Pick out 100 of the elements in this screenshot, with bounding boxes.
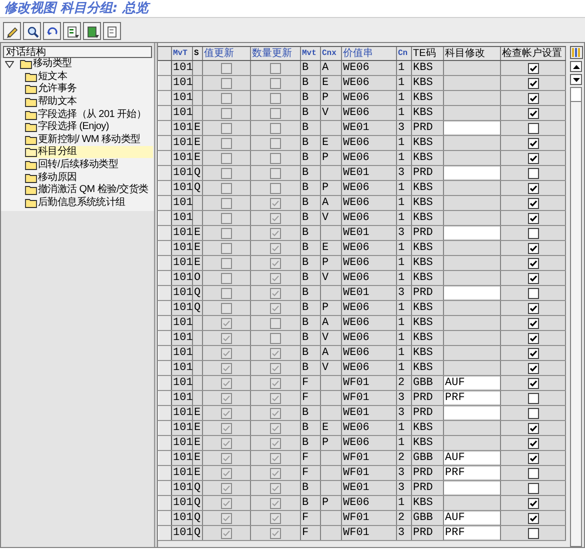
- checkbox[interactable]: [221, 108, 232, 118]
- checkbox[interactable]: [221, 122, 232, 134]
- row-selector[interactable]: [158, 511, 172, 525]
- input-field[interactable]: PRF: [444, 527, 500, 539]
- checkbox[interactable]: [528, 198, 538, 208]
- checkbox[interactable]: [270, 422, 281, 434]
- checkbox[interactable]: [221, 92, 232, 104]
- checkbox[interactable]: [270, 258, 281, 268]
- checkbox[interactable]: [528, 212, 538, 224]
- checkbox[interactable]: [270, 168, 281, 178]
- row-selector[interactable]: [158, 361, 172, 375]
- checkbox[interactable]: [270, 482, 281, 494]
- checkbox[interactable]: [221, 348, 232, 358]
- row-selector[interactable]: [158, 121, 172, 135]
- row-selector[interactable]: [158, 76, 172, 90]
- tree-item[interactable]: 撤消激活 QM 检验/交货类: [25, 184, 148, 196]
- checkbox[interactable]: [221, 62, 232, 74]
- tree-item[interactable]: 字段选择（从 201 开始）: [25, 108, 146, 121]
- input-field[interactable]: AUF: [444, 512, 500, 524]
- checkbox[interactable]: [221, 198, 232, 208]
- row-selector[interactable]: [158, 61, 172, 75]
- checkbox[interactable]: [528, 152, 538, 164]
- checkbox[interactable]: [221, 482, 232, 494]
- checkbox[interactable]: [270, 332, 281, 344]
- input-field[interactable]: AUF: [444, 452, 500, 464]
- checkbox[interactable]: [221, 422, 232, 434]
- checkbox[interactable]: [221, 438, 232, 448]
- column-header[interactable]: MvT: [172, 47, 193, 60]
- checkbox[interactable]: [528, 62, 538, 74]
- column-header[interactable]: 科目修改: [444, 47, 501, 60]
- row-selector[interactable]: [158, 376, 172, 390]
- toolbar-button[interactable]: [103, 22, 121, 40]
- column-header[interactable]: 检查帐户设置: [501, 47, 566, 60]
- row-selector[interactable]: [158, 91, 172, 105]
- column-header[interactable]: Mvt: [301, 47, 321, 60]
- checkbox[interactable]: [270, 78, 281, 88]
- row-selector[interactable]: [158, 106, 172, 120]
- checkbox[interactable]: [270, 92, 281, 104]
- column-header[interactable]: TE码: [412, 47, 444, 60]
- checkbox[interactable]: [528, 288, 538, 298]
- row-selector[interactable]: [158, 211, 172, 225]
- checkbox[interactable]: [270, 288, 281, 298]
- checkbox[interactable]: [528, 498, 538, 508]
- checkbox[interactable]: [528, 78, 538, 88]
- checkbox[interactable]: [528, 272, 538, 284]
- checkbox[interactable]: [221, 228, 232, 238]
- checkbox[interactable]: [528, 242, 538, 254]
- input-field[interactable]: [444, 122, 500, 134]
- checkbox[interactable]: [528, 392, 538, 404]
- checkbox[interactable]: [270, 348, 281, 358]
- checkbox[interactable]: [221, 242, 232, 254]
- row-selector[interactable]: [158, 256, 172, 270]
- checkbox[interactable]: [528, 92, 538, 104]
- toolbar-button[interactable]: [63, 22, 81, 40]
- scroll-up-button[interactable]: [570, 61, 582, 72]
- row-selector[interactable]: [158, 526, 172, 540]
- checkbox[interactable]: [270, 242, 281, 254]
- checkbox[interactable]: [528, 122, 538, 134]
- checkbox[interactable]: [528, 318, 538, 328]
- checkbox[interactable]: [270, 212, 281, 224]
- checkbox[interactable]: [270, 498, 281, 508]
- checkbox[interactable]: [528, 408, 538, 418]
- checkbox[interactable]: [270, 198, 281, 208]
- column-header[interactable]: 值更新: [203, 47, 251, 60]
- checkbox[interactable]: [221, 258, 232, 268]
- scrollbar-thumb[interactable]: [571, 88, 581, 102]
- checkbox[interactable]: [221, 362, 232, 374]
- row-selector[interactable]: [158, 466, 172, 480]
- checkbox[interactable]: [528, 228, 538, 238]
- checkbox[interactable]: [221, 272, 232, 284]
- checkbox[interactable]: [221, 302, 232, 314]
- table-settings-icon[interactable]: [570, 46, 582, 59]
- checkbox[interactable]: [528, 258, 538, 268]
- checkbox[interactable]: [270, 512, 281, 524]
- checkbox[interactable]: [270, 302, 281, 314]
- checkbox[interactable]: [528, 362, 538, 374]
- checkbox[interactable]: [528, 108, 538, 118]
- checkbox[interactable]: [528, 528, 538, 538]
- tree-item[interactable]: 移动原因: [25, 172, 77, 184]
- input-field[interactable]: PRF: [444, 467, 500, 479]
- tree-item[interactable]: 移动类型: [20, 58, 72, 70]
- checkbox[interactable]: [528, 302, 538, 314]
- checkbox[interactable]: [528, 168, 538, 178]
- row-selector[interactable]: [158, 436, 172, 450]
- checkbox[interactable]: [528, 482, 538, 494]
- checkbox[interactable]: [528, 422, 538, 434]
- row-selector[interactable]: [158, 481, 172, 495]
- checkbox[interactable]: [270, 318, 281, 328]
- checkbox[interactable]: [270, 392, 281, 404]
- scroll-down-button[interactable]: [570, 74, 582, 85]
- row-selector[interactable]: [158, 286, 172, 300]
- column-header[interactable]: Cnx: [321, 47, 342, 60]
- checkbox[interactable]: [528, 512, 538, 524]
- checkbox[interactable]: [528, 332, 538, 344]
- row-selector[interactable]: [158, 451, 172, 465]
- checkbox[interactable]: [270, 378, 281, 388]
- row-selector[interactable]: [158, 271, 172, 285]
- expanded-triangle-icon[interactable]: [5, 60, 14, 68]
- checkbox[interactable]: [270, 362, 281, 374]
- tree-item[interactable]: 允许事务: [25, 83, 77, 96]
